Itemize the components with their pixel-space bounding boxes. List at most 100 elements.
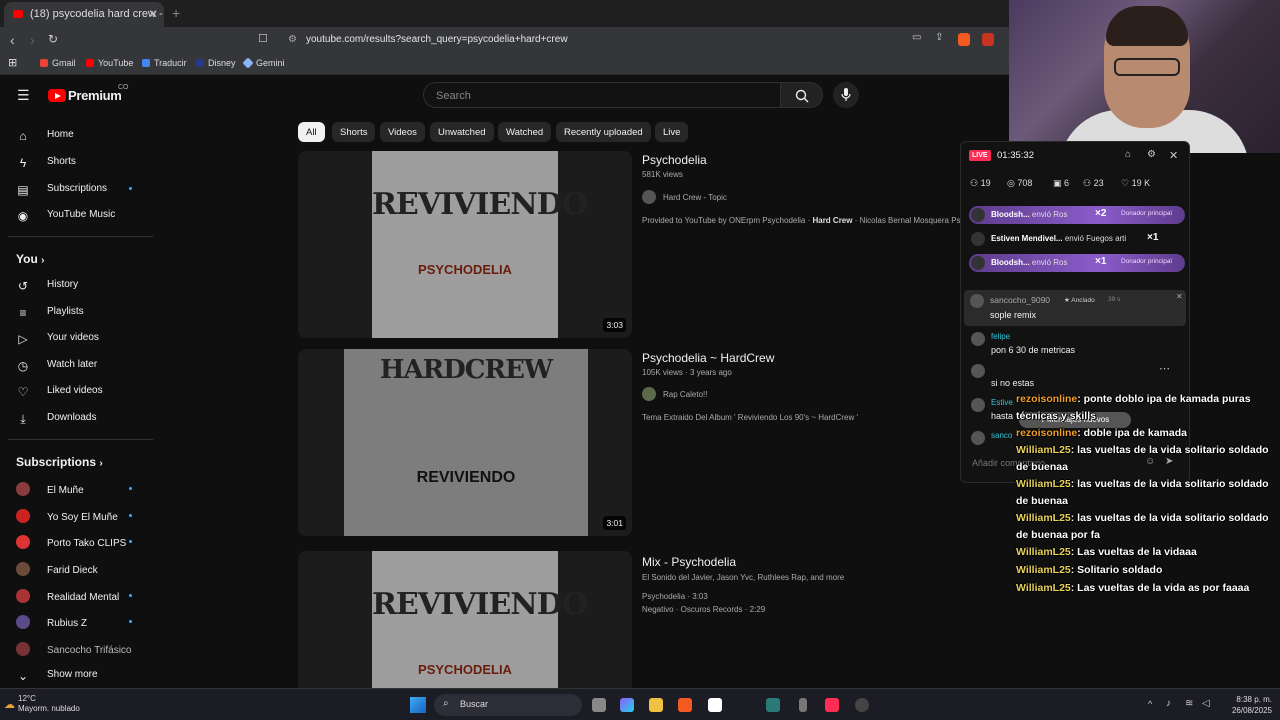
sidebar-item-home[interactable]: ⌂ Home	[16, 129, 73, 143]
chip-live[interactable]: Live	[655, 122, 689, 142]
bookmark-icon[interactable]: ☐	[258, 32, 268, 45]
chip-shorts[interactable]: Shorts	[332, 122, 376, 142]
bookmark-gemini[interactable]: Gemini	[242, 57, 285, 69]
comment-user[interactable]: sanco	[991, 431, 1012, 440]
sidebar-item-playlists[interactable]: ≡ Playlists	[16, 306, 83, 320]
app-icon[interactable]	[766, 698, 780, 712]
forward-icon[interactable]: ›	[30, 32, 35, 48]
new-content-dot	[129, 540, 132, 543]
sidebar-you-header[interactable]: You ›	[16, 252, 44, 266]
gift-notification: Bloodsh... envió Ros ×1 Donador principal	[969, 254, 1185, 272]
youtube-premium-logo[interactable]: Premium CO	[48, 84, 129, 104]
close-pinned-icon[interactable]: ✕	[1176, 292, 1183, 301]
channel-link[interactable]: Hard Crew - Topic	[642, 190, 727, 204]
brave-shield-icon[interactable]	[958, 33, 970, 46]
tiktok-icon[interactable]	[825, 698, 839, 712]
share-icon[interactable]: ⇪	[935, 32, 943, 43]
sidebar-channel[interactable]: Yo Soy El Muñe	[16, 509, 118, 523]
search-button[interactable]	[781, 82, 823, 108]
file-explorer-icon[interactable]	[649, 698, 663, 712]
video-title[interactable]: Mix - Psychodelia	[642, 555, 736, 569]
video-thumbnail[interactable]: HARDCREW REVIVIENDO 3:01	[298, 349, 632, 536]
avatar	[16, 562, 30, 576]
windows-taskbar: ☁ 12°C Mayorm. nublado ⌕ Buscar ^ ♪ ≋ ◁ 8:…	[0, 688, 1280, 720]
playlists-icon: ≡	[19, 306, 27, 320]
gemini-icon	[242, 57, 254, 69]
volume-icon[interactable]: ◁	[1202, 698, 1210, 709]
brave-browser-icon[interactable]	[678, 698, 692, 712]
show-hidden-icons[interactable]: ^	[1148, 699, 1152, 709]
sidebar-item-watch-later[interactable]: ◷ Watch later	[16, 359, 97, 373]
bookmark-youtube[interactable]: YouTube	[86, 58, 133, 68]
tab-title: (18) psycodelia hard crew - YouTube	[30, 8, 164, 20]
sidebar-subscriptions-header[interactable]: Subscriptions ›	[16, 455, 103, 469]
brave-rewards-icon[interactable]	[982, 33, 994, 46]
sidebar-channel[interactable]: Sancocho Trifásico	[16, 642, 132, 656]
comment-user[interactable]: felipe	[991, 332, 1010, 341]
mix-thumbnail[interactable]: REVIVIENDO PSYCHODELIA	[298, 551, 632, 688]
menu-icon[interactable]: ☰	[17, 87, 30, 104]
sidebar-item-history[interactable]: ↺ History	[16, 279, 78, 293]
chip-watched[interactable]: Watched	[498, 122, 552, 142]
sidebar-channel[interactable]: Rubius Z	[16, 615, 87, 629]
bookmark-disney[interactable]: Disney	[196, 58, 236, 68]
pinned-comment[interactable]: sancocho_9090 ★ Anclado 39 s ✕ sople rem…	[964, 290, 1186, 326]
settings-icon[interactable]: ⚙	[1147, 149, 1156, 160]
chip-unwatched[interactable]: Unwatched	[430, 122, 494, 142]
mix-track[interactable]: Psychodelia · 3:03	[642, 592, 708, 601]
comment-user[interactable]: Estive	[991, 398, 1013, 407]
wifi-icon[interactable]: ≋	[1185, 698, 1193, 709]
sidebar-item-liked-videos[interactable]: ♡ Liked videos	[16, 385, 103, 399]
sidebar-channel[interactable]: Farid Dieck	[16, 562, 98, 576]
close-tab-icon[interactable]: ✕	[148, 7, 158, 21]
avatar	[16, 642, 30, 656]
avatar	[971, 256, 985, 270]
more-options-icon[interactable]: ⋯	[1159, 362, 1170, 375]
reload-icon[interactable]: ↻	[48, 32, 58, 46]
sidebar-item-youtube-music[interactable]: ◉ YouTube Music	[16, 209, 115, 223]
sidebar-item-your-videos[interactable]: ▷ Your videos	[16, 332, 99, 346]
bookmark-translate[interactable]: Traducir	[142, 58, 187, 68]
chip-videos[interactable]: Videos	[380, 122, 425, 142]
sidebar-show-more[interactable]: ⌄ Show more	[16, 669, 98, 683]
bookmark-gmail[interactable]: Gmail	[40, 58, 76, 68]
taskbar-search[interactable]: ⌕ Buscar	[434, 694, 582, 716]
chip-all[interactable]: All	[298, 122, 325, 142]
weather-widget[interactable]: 12°C Mayorm. nublado	[18, 694, 80, 714]
sidebar-item-subscriptions[interactable]: ▤ Subscriptions	[16, 183, 107, 197]
apps-grid-icon[interactable]: ⊞	[8, 56, 17, 69]
site-info-icon[interactable]: ⚙	[288, 34, 297, 45]
voice-search-button[interactable]	[833, 82, 859, 108]
cast-icon[interactable]: ▭	[912, 32, 921, 43]
app-icon[interactable]	[855, 698, 869, 712]
url-field[interactable]: ⚙ youtube.com/results?search_query=psyco…	[280, 30, 900, 50]
minimize-icon[interactable]: ⌂	[1125, 149, 1131, 160]
avatar	[971, 364, 985, 378]
weather-icon[interactable]: ☁	[4, 698, 15, 711]
sidebar-channel[interactable]: El Muñe	[16, 482, 84, 496]
mix-track[interactable]: Negativo · Oscuros Records · 2:29	[642, 605, 765, 614]
sidebar-item-shorts[interactable]: ϟ Shorts	[16, 156, 76, 170]
new-tab-icon[interactable]: +	[172, 5, 180, 21]
sidebar-item-downloads[interactable]: ⤓ Downloads	[16, 412, 96, 426]
app-icon[interactable]	[799, 698, 807, 712]
channel-link[interactable]: Rap Caleto!!	[642, 387, 707, 401]
microphone-icon[interactable]: ♪	[1166, 698, 1171, 709]
browser-tab[interactable]: (18) psycodelia hard crew - YouTube ✕	[4, 2, 164, 27]
avatar	[971, 208, 985, 222]
new-content-dot	[129, 514, 132, 517]
back-icon[interactable]: ‹	[10, 32, 15, 48]
chip-recently-uploaded[interactable]: Recently uploaded	[556, 122, 651, 142]
sidebar-channel[interactable]: Porto Tako CLIPS	[16, 535, 126, 549]
video-thumbnail[interactable]: REVIVIENDO PSYCHODELIA 3:03	[298, 151, 632, 338]
task-view-icon[interactable]	[592, 698, 606, 712]
close-icon[interactable]: ✕	[1169, 149, 1178, 162]
system-clock[interactable]: 8:38 p. m. 26/08/2025	[1232, 694, 1272, 716]
sidebar-channel[interactable]: Realidad Mental	[16, 589, 119, 603]
video-title[interactable]: Psychodelia ~ HardCrew	[642, 351, 774, 365]
search-input[interactable]: Search	[423, 82, 781, 108]
start-button-icon[interactable]	[410, 697, 426, 713]
notion-icon[interactable]	[708, 698, 722, 712]
copilot-icon[interactable]	[620, 698, 634, 712]
video-title[interactable]: Psychodelia	[642, 153, 707, 167]
